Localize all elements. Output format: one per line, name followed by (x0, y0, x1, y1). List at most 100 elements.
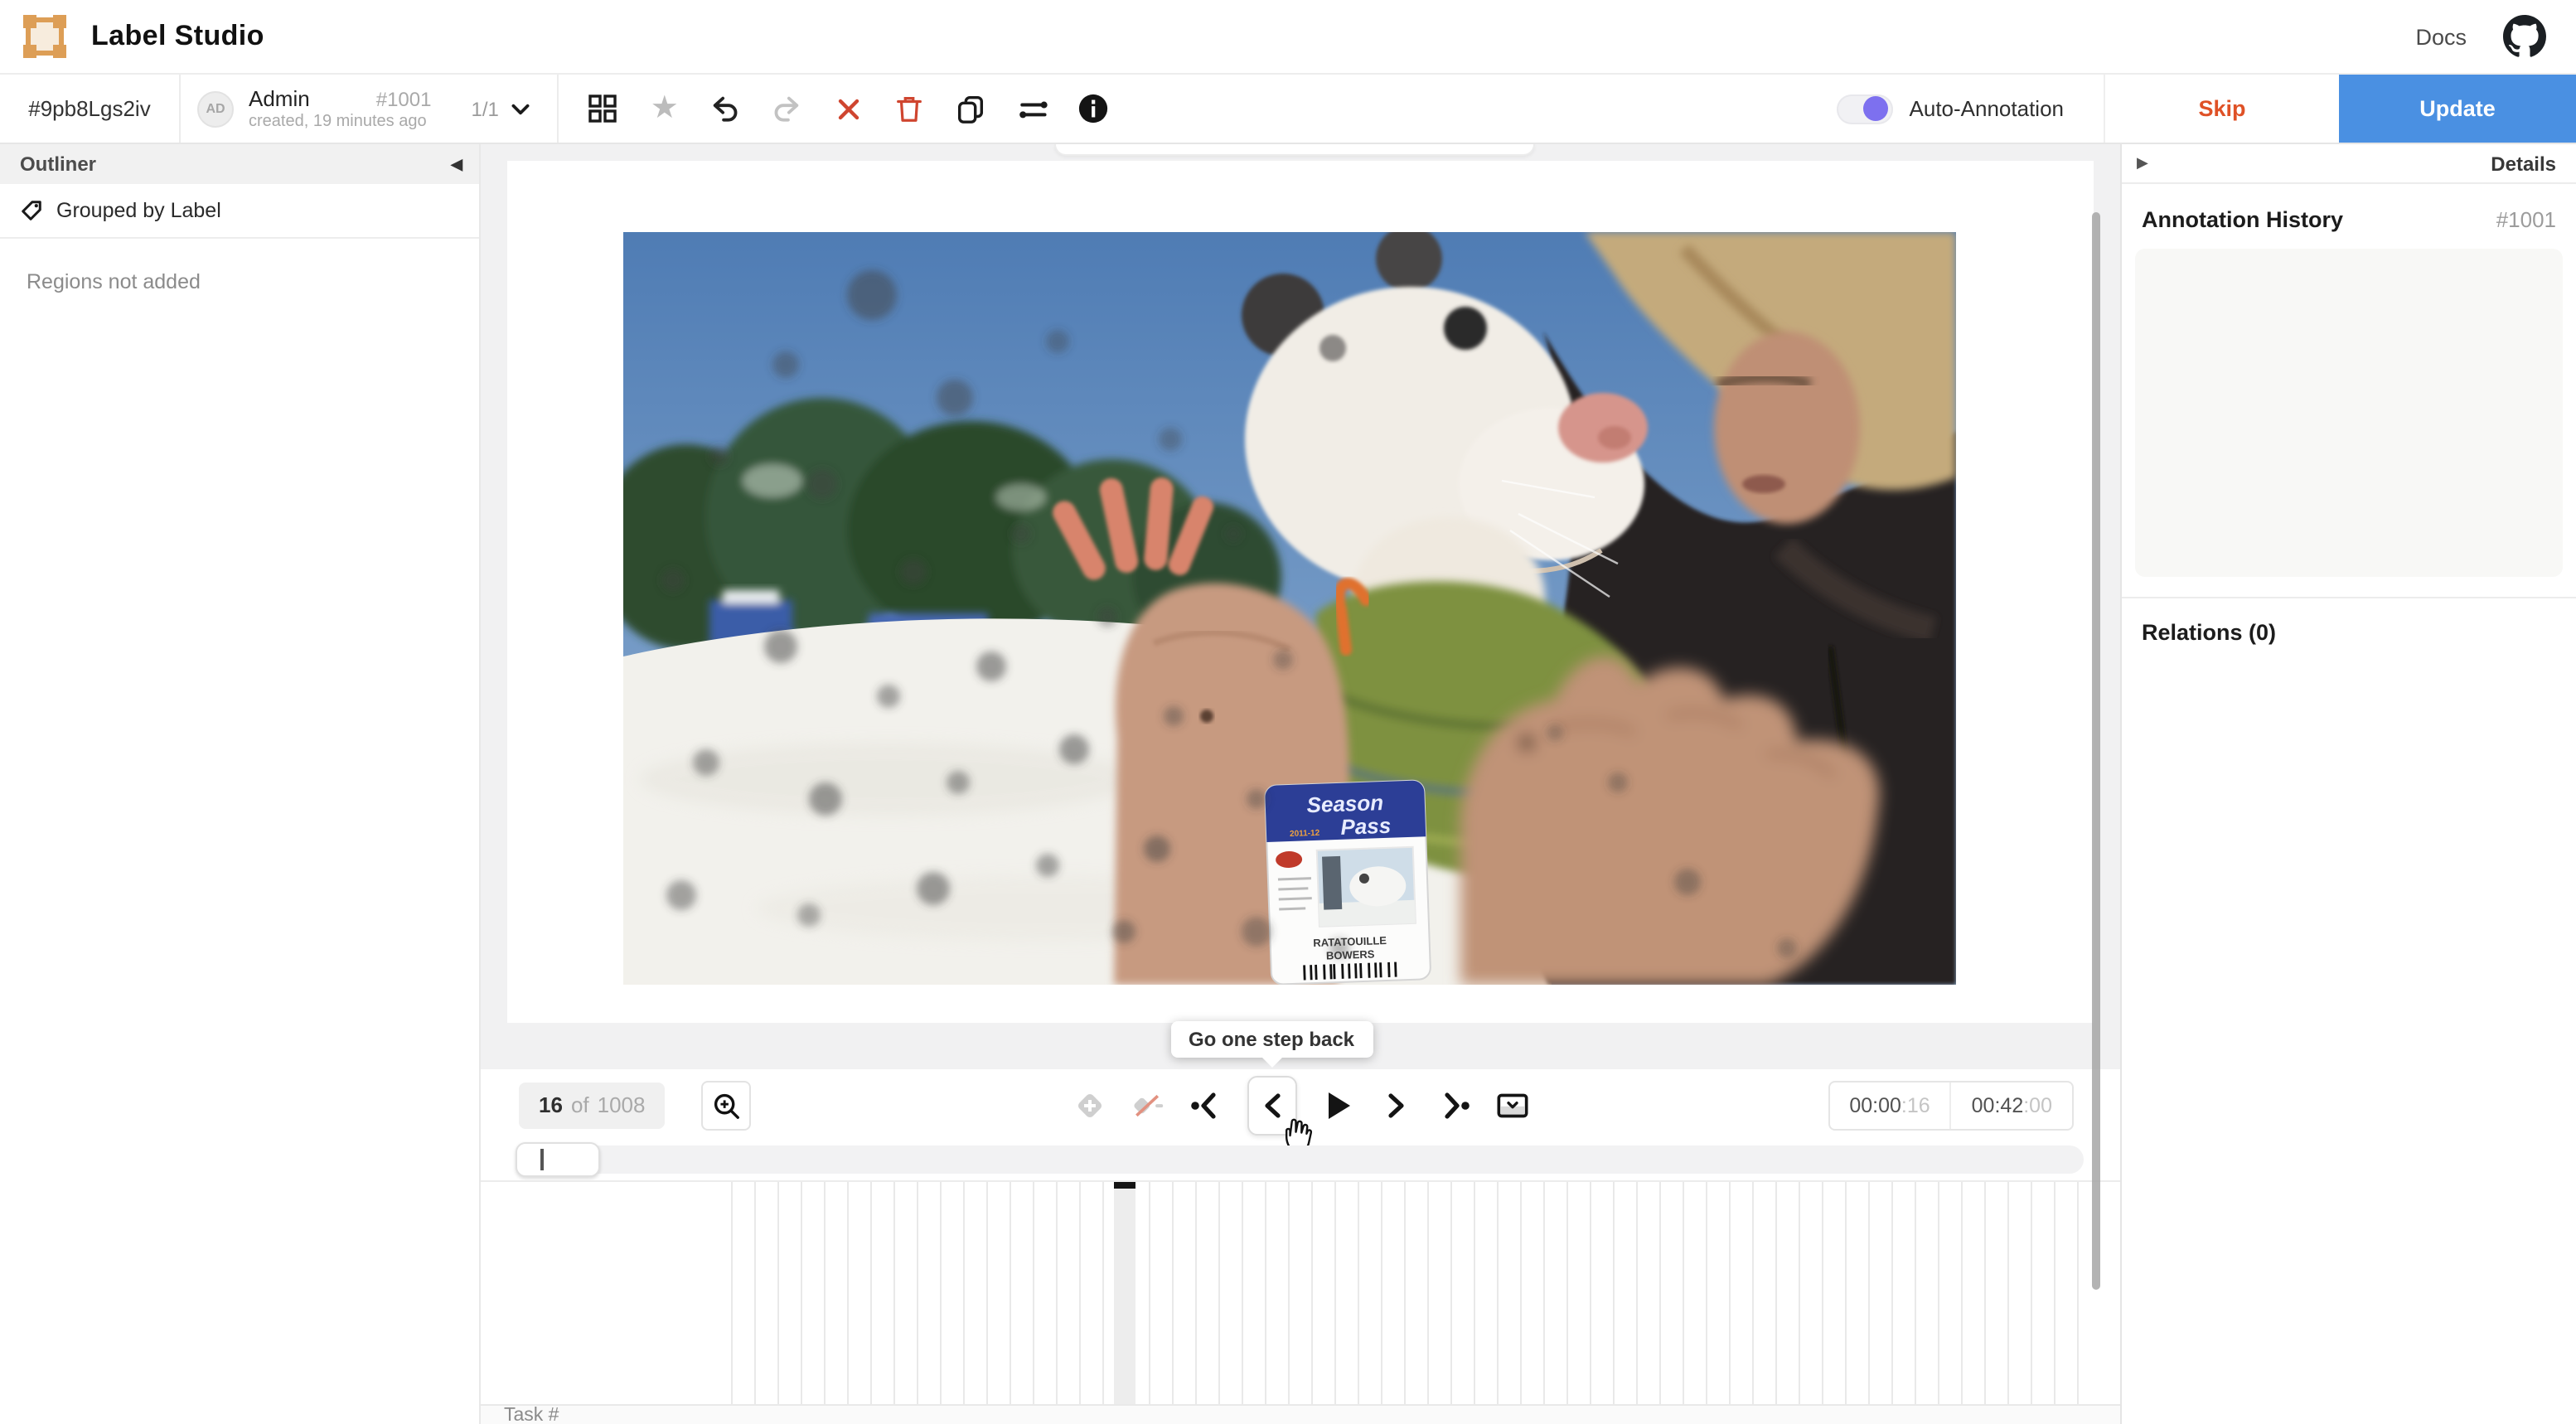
add-keypoint-icon (1073, 1089, 1106, 1122)
annotation-id: #1001 (376, 88, 432, 111)
play-button[interactable] (1321, 1089, 1354, 1122)
annotator-section[interactable]: AD Admin #1001 created, 19 minutes ago (181, 75, 448, 143)
group-by-label-selector[interactable]: Grouped by Label (0, 184, 479, 239)
play-icon (1323, 1089, 1353, 1122)
copy-icon (956, 93, 987, 124)
app-title: Label Studio (91, 20, 264, 53)
auto-annotation-label: Auto-Annotation (1910, 96, 2064, 121)
playback-controls: Go one step back (1073, 1069, 1528, 1142)
auto-annotation-toggle[interactable] (1837, 94, 1893, 124)
grid-icon (588, 93, 619, 124)
frame-counter[interactable]: 16 of 1008 (519, 1083, 665, 1129)
vertical-scrollbar[interactable] (2092, 212, 2100, 1290)
zoom-button[interactable] (701, 1081, 751, 1131)
ground-truth-button[interactable]: ★ (648, 92, 681, 125)
video-card: Season Pass 2011-12 (507, 161, 2094, 1023)
skip-button[interactable]: Skip (2104, 75, 2339, 143)
info-icon (1078, 93, 1110, 124)
seek-row (481, 1142, 2120, 1180)
current-frame: 16 (539, 1092, 563, 1117)
chevron-down-icon (511, 99, 530, 119)
tooltip: Go one step back (1170, 1021, 1373, 1058)
redo-button[interactable] (771, 92, 804, 125)
controls-row: 16 of 1008 (481, 1069, 2120, 1142)
details-panel: ▶ Details Annotation History #1001 Relat… (2120, 144, 2576, 1424)
info-button[interactable] (1077, 92, 1111, 125)
expand-panel-icon[interactable]: ▶ (2137, 154, 2148, 172)
top-bar: Label Studio Docs (0, 0, 2576, 75)
sliders-icon (1016, 92, 1049, 125)
settings-relations-button[interactable] (1016, 92, 1049, 125)
timecode-display[interactable]: 00:00:16 00:42:00 (1828, 1081, 2074, 1131)
total-time: 00:42:00 (1952, 1083, 2072, 1129)
regions-empty-text: Regions not added (0, 239, 479, 325)
season-pass-badge: Season Pass 2011-12 (1265, 780, 1431, 985)
reset-button[interactable] (832, 92, 865, 125)
timeline-grid (731, 1182, 2084, 1404)
collapse-timeline-icon (1495, 1089, 1528, 1122)
step-forward-button[interactable] (1379, 1089, 1412, 1122)
remove-keypoint-button[interactable] (1131, 1089, 1164, 1122)
video-frame-art: Season Pass 2011-12 (623, 232, 1956, 985)
trash-icon (894, 93, 926, 124)
avatar: AD (197, 90, 234, 127)
editor-area: Season Pass 2011-12 (481, 144, 2120, 1424)
delete-annotation-button[interactable] (893, 92, 927, 125)
github-icon[interactable] (2503, 15, 2546, 58)
outliner-title: Outliner (20, 153, 96, 176)
seek-handle[interactable] (516, 1142, 600, 1177)
step-back-button[interactable]: Go one step back (1247, 1076, 1296, 1136)
grid-view-button[interactable] (587, 92, 620, 125)
previous-keypoint-button[interactable] (1189, 1089, 1222, 1122)
grouping-label: Grouped by Label (56, 199, 221, 222)
main-content: Outliner ◀ Grouped by Label Regions not … (0, 144, 2576, 1424)
docs-link[interactable]: Docs (2415, 24, 2467, 49)
svg-text:2011-12: 2011-12 (1290, 829, 1320, 839)
auto-annotation-control: Auto-Annotation (1837, 75, 2104, 143)
current-time: 00:00:16 (1829, 1083, 1951, 1129)
duplicate-annotation-button[interactable] (955, 92, 988, 125)
outliner-header: Outliner ◀ (0, 144, 479, 184)
seek-track[interactable] (516, 1145, 2084, 1174)
annotation-history-id: #1001 (2496, 207, 2556, 232)
annotator-name: Admin (249, 86, 310, 111)
annotation-history-empty (2135, 249, 2563, 577)
seek-position-marker (540, 1149, 544, 1170)
zoom-in-icon (712, 1092, 740, 1120)
tag-icon (20, 199, 43, 222)
timeline-playhead[interactable] (1114, 1182, 1135, 1404)
update-button[interactable]: Update (2339, 75, 2576, 143)
label-studio-app: Label Studio Docs #9pb8Lgs2iv AD Admin #… (0, 0, 2576, 1424)
annotation-pager[interactable]: 1/1 (471, 75, 530, 143)
relations-section-title[interactable]: Relations (0) (2122, 598, 2576, 666)
outliner-panel: Outliner ◀ Grouped by Label Regions not … (0, 144, 481, 1424)
redo-icon (772, 93, 803, 124)
video-controls: 16 of 1008 (481, 1069, 2120, 1404)
collapse-panel-icon[interactable]: ◀ (451, 155, 462, 173)
annotation-toolbar: #9pb8Lgs2iv AD Admin #1001 created, 19 m… (0, 75, 2576, 144)
tool-buttons: ★ (559, 75, 1139, 143)
video-area: Season Pass 2011-12 (481, 144, 2120, 1069)
cross-icon (835, 95, 862, 122)
prev-keypoint-icon (1189, 1089, 1222, 1122)
label-studio-logo-icon (23, 15, 66, 58)
svg-text:Pass: Pass (1340, 813, 1392, 840)
undo-icon (710, 93, 742, 124)
task-footer: Task # (481, 1404, 2120, 1424)
remove-keypoint-icon (1131, 1089, 1164, 1122)
video-canvas[interactable]: Season Pass 2011-12 (623, 232, 1956, 985)
next-keypoint-button[interactable] (1437, 1089, 1470, 1122)
add-keypoint-button[interactable] (1073, 1089, 1106, 1122)
pager-count: 1/1 (471, 97, 498, 120)
annotation-history-title: Annotation History (2142, 207, 2343, 232)
created-timestamp: created, 19 minutes ago (249, 113, 431, 131)
task-number-label: Task # (504, 1405, 559, 1424)
undo-button[interactable] (709, 92, 743, 125)
task-id[interactable]: #9pb8Lgs2iv (0, 75, 181, 143)
svg-text:RATATOUILLE: RATATOUILLE (1313, 934, 1387, 949)
toggle-knob (1863, 96, 1888, 121)
total-frames: 1008 (598, 1092, 646, 1117)
step-forward-icon (1384, 1092, 1407, 1119)
timeline[interactable] (481, 1180, 2120, 1404)
collapse-timeline-button[interactable] (1495, 1089, 1528, 1122)
